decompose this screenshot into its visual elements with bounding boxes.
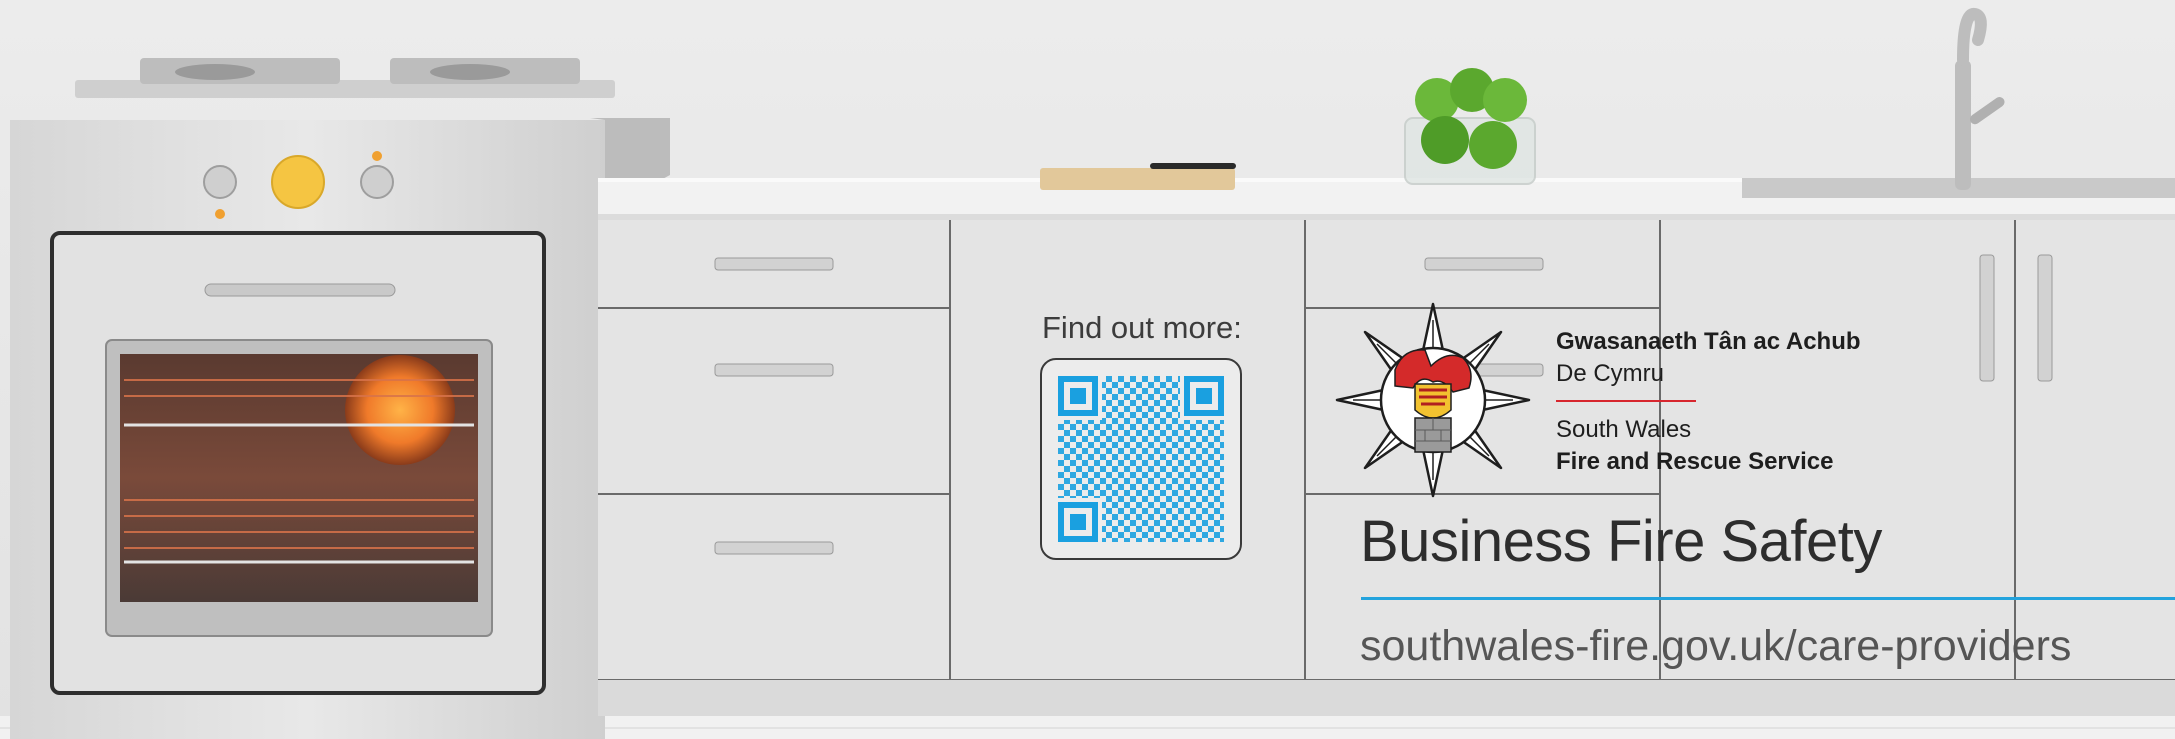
poster-title: Business Fire Safety [1360,509,1882,574]
qr-heading: Find out more: [1042,310,1242,345]
qr-code-icon [1058,376,1224,542]
fire-service-crest-icon [1335,302,1531,498]
title-underline [1361,597,2175,600]
poster: Find out more: Gwasanaeth Tân ac Achub D… [0,0,2175,739]
english-name-line1: South Wales [1556,416,1692,443]
welsh-name-line2: De Cymru [1556,360,1665,387]
qr-section: Find out more: [1040,310,1250,560]
organisation-name: Gwasanaeth Tân ac Achub De Cymru South W… [1556,326,1861,478]
name-divider [1556,400,1696,402]
english-name-line2: Fire and Rescue Service [1556,448,1834,475]
website-url[interactable]: southwales-fire.gov.uk/care-providers [1360,622,2071,671]
welsh-name-line1: Gwasanaeth Tân ac Achub [1556,328,1861,355]
qr-code[interactable] [1040,358,1242,560]
